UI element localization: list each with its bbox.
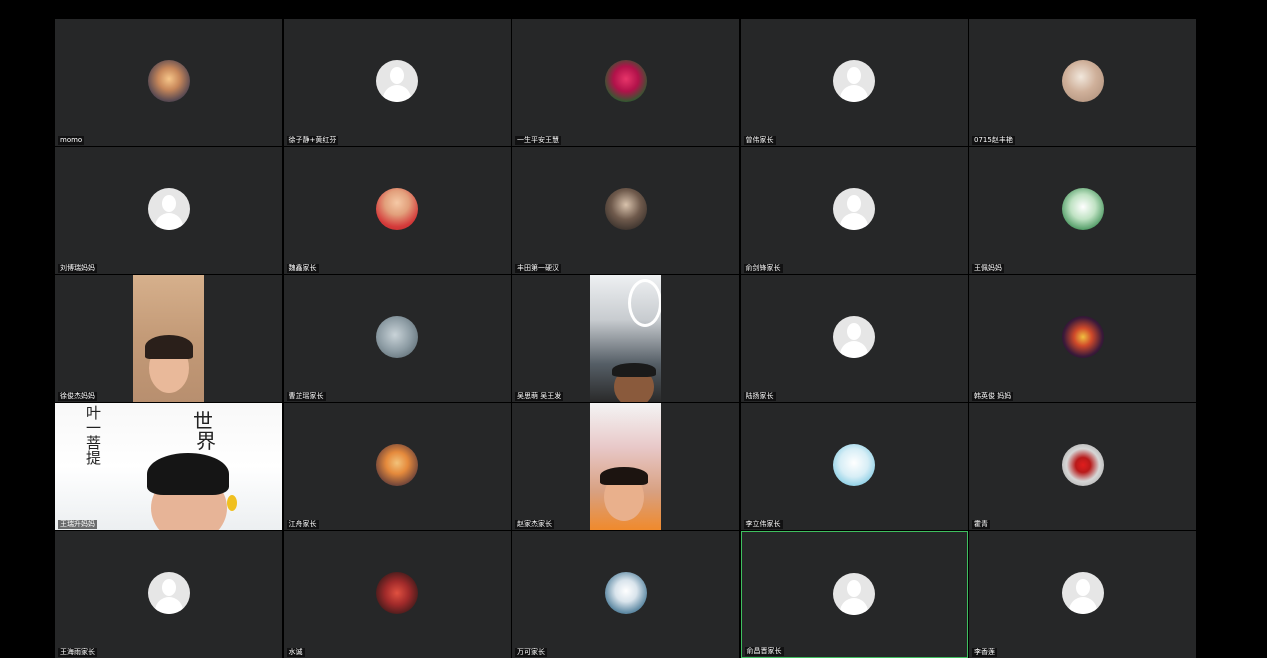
participant-tile[interactable]: 李香莲 [969, 531, 1196, 658]
participant-name: 李香莲 [972, 648, 997, 657]
participant-video [590, 275, 661, 402]
participant-name: 陆扬家长 [743, 392, 776, 401]
participant-name: 李立伟家长 [743, 520, 783, 529]
participant-tile[interactable]: 魏鑫家长 [283, 147, 511, 274]
participant-tile[interactable]: 吴思萌 吴王发 [512, 275, 739, 402]
participant-tile[interactable]: 韩英俊 妈妈 [969, 275, 1196, 402]
default-avatar-icon [147, 188, 190, 230]
participant-avatar [376, 572, 418, 614]
participant-avatar [1061, 316, 1104, 358]
default-avatar-icon [147, 572, 190, 614]
participant-tile[interactable]: 曹芷瑶家长 [283, 275, 511, 402]
participant-avatar [376, 188, 418, 230]
participant-name: 霍青 [972, 520, 990, 529]
participant-name: 万可家长 [515, 648, 547, 657]
participant-tile[interactable]: 李立伟家长 [740, 403, 968, 530]
participant-tile[interactable]: 徐子静+黄红芬 [283, 19, 511, 146]
participant-tile[interactable]: 一生平安王慧 [512, 19, 739, 146]
participant-tile[interactable]: 水诚 [283, 531, 511, 658]
participant-tile[interactable]: 江舟家长 [283, 403, 511, 530]
participant-tile[interactable]: 王佩妈妈 [969, 147, 1196, 274]
participant-avatar [833, 444, 875, 486]
participant-tile[interactable]: 俞剑锋家长 [740, 147, 968, 274]
participant-name: 魏鑫家长 [286, 264, 319, 273]
participant-avatar [604, 572, 647, 614]
participant-tile-active-speaker[interactable]: 俞昌晋家长 [740, 531, 968, 658]
default-avatar-icon [376, 60, 418, 102]
default-avatar-icon [1061, 572, 1104, 614]
participant-name: momo [58, 136, 85, 145]
participant-name: 刘博瑞妈妈 [58, 264, 97, 273]
participant-name: 王瑞升妈妈 [58, 520, 97, 529]
whiteboard-text: 界 [196, 429, 216, 453]
participant-video [133, 275, 204, 402]
participant-avatar [376, 444, 418, 486]
participant-name: 徐子静+黄红芬 [286, 136, 339, 145]
participant-tile[interactable]: 万可家长 [512, 531, 739, 658]
participant-name: 俞昌晋家长 [744, 647, 784, 656]
participant-tile[interactable]: 王海雨家长 [55, 531, 282, 658]
participant-tile[interactable]: 赵家杰家长 [512, 403, 739, 530]
participant-tile[interactable]: 徐俊杰妈妈 [55, 275, 282, 402]
participant-tile[interactable]: 0715赵丰艳 [969, 19, 1196, 146]
participant-tile[interactable]: 刘博瑞妈妈 [55, 147, 282, 274]
participant-name: 王佩妈妈 [972, 264, 1004, 273]
participant-name: 一生平安王慧 [515, 136, 561, 145]
participant-name: 0715赵丰艳 [972, 136, 1015, 145]
participant-name: 徐俊杰妈妈 [58, 392, 97, 401]
default-avatar-icon [833, 188, 875, 230]
participant-tile[interactable]: 丰田第一硬汉 [512, 147, 739, 274]
participant-avatar [1061, 60, 1104, 102]
participant-avatar [147, 60, 190, 102]
participant-name: 吴思萌 吴王发 [515, 392, 564, 401]
participant-tile[interactable]: 曾伟家长 [740, 19, 968, 146]
participant-name: 赵家杰家长 [515, 520, 554, 529]
participant-name: 俞剑锋家长 [743, 264, 783, 273]
participant-avatar [604, 60, 647, 102]
participant-name: 曾伟家长 [743, 136, 776, 145]
default-avatar-icon [833, 60, 875, 102]
participant-name: 王海雨家长 [58, 648, 97, 657]
participant-name: 曹芷瑶家长 [286, 392, 326, 401]
participant-tile[interactable]: 霍青 [969, 403, 1196, 530]
participant-tile[interactable]: 陆扬家长 [740, 275, 968, 402]
participant-avatar [1061, 188, 1104, 230]
whiteboard-text: 叶一菩提 [84, 405, 102, 465]
participant-avatar [376, 316, 418, 358]
default-avatar-icon [833, 573, 875, 615]
participant-video [590, 403, 661, 530]
participant-tile[interactable]: momo [55, 19, 282, 146]
default-avatar-icon [833, 316, 875, 358]
participant-name: 水诚 [286, 648, 305, 657]
video-gallery-grid: momo 徐子静+黄红芬 一生平安王慧 曾伟家长 0715赵丰艳 刘博瑞妈妈 魏… [55, 19, 1196, 658]
participant-name: 丰田第一硬汉 [515, 264, 561, 273]
participant-avatar [604, 188, 647, 230]
participant-avatar [1061, 444, 1104, 486]
participant-video: 叶一菩提 世 界 [55, 403, 282, 530]
participant-name: 江舟家长 [286, 520, 319, 529]
participant-tile[interactable]: 叶一菩提 世 界 王瑞升妈妈 [55, 403, 282, 530]
participant-name: 韩英俊 妈妈 [972, 392, 1014, 401]
